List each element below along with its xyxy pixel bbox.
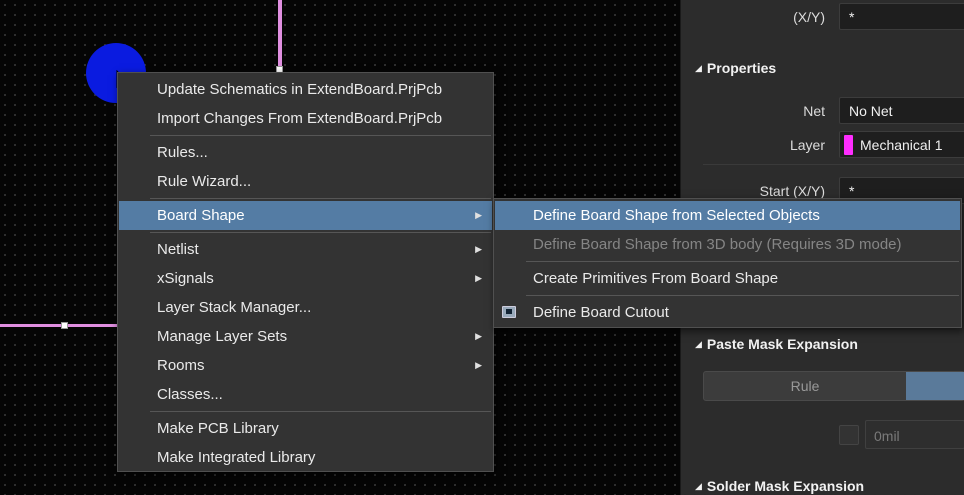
xy-row: (X/Y) *: [681, 1, 964, 31]
layer-value: Mechanical 1: [860, 137, 943, 153]
menu-item-label: Rule Wizard...: [157, 173, 252, 190]
collapse-triangle-icon: ◢: [695, 63, 702, 73]
menu-item-rooms[interactable]: Rooms ▶: [119, 351, 492, 380]
layer-color-swatch: [844, 135, 853, 155]
submenu-arrow-icon: ▶: [475, 360, 482, 370]
menu-item-rule-wizard[interactable]: Rule Wizard...: [119, 167, 492, 196]
menu-item-label: Define Board Shape from 3D body (Require…: [533, 236, 902, 253]
start-label: Start (X/Y): [759, 183, 825, 199]
menu-separator: [150, 135, 491, 136]
submenu-item-define-from-3d-body: Define Board Shape from 3D body (Require…: [495, 230, 960, 259]
xy-label: (X/Y): [793, 9, 825, 25]
paste-mask-rule-button[interactable]: Rule: [704, 372, 906, 400]
properties-section-header[interactable]: ◢ Properties: [695, 60, 776, 76]
menu-item-board-shape[interactable]: Board Shape ▶: [119, 201, 492, 230]
menu-item-update-schematics[interactable]: Update Schematics in ExtendBoard.PrjPcb: [119, 75, 492, 104]
menu-item-import-changes[interactable]: Import Changes From ExtendBoard.PrjPcb: [119, 104, 492, 133]
menu-item-label: Make Integrated Library: [157, 449, 316, 466]
board-outline-trace-vertical[interactable]: [278, 0, 282, 72]
net-label: Net: [803, 103, 825, 119]
menu-item-label: Define Board Shape from Selected Objects: [533, 207, 820, 224]
menu-separator: [526, 295, 959, 296]
submenu-arrow-icon: ▶: [475, 244, 482, 254]
submenu-item-define-from-selected[interactable]: Define Board Shape from Selected Objects: [495, 201, 960, 230]
menu-item-label: Define Board Cutout: [533, 304, 669, 321]
menu-item-label: Rules...: [157, 144, 208, 161]
menu-item-label: Manage Layer Sets: [157, 328, 288, 345]
menu-item-label: Import Changes From ExtendBoard.PrjPcb: [157, 110, 443, 127]
xy-field[interactable]: *: [839, 3, 964, 30]
menu-item-label: Layer Stack Manager...: [157, 299, 312, 316]
paste-mask-title: Paste Mask Expansion: [706, 336, 858, 352]
layer-dropdown[interactable]: Mechanical 1: [839, 131, 964, 158]
paste-mask-value-field[interactable]: 0mil: [865, 420, 964, 449]
paste-mask-checkbox[interactable]: [839, 425, 859, 445]
paste-mask-section-header[interactable]: ◢ Paste Mask Expansion: [695, 336, 858, 352]
submenu-arrow-icon: ▶: [475, 210, 482, 220]
paste-mask-manual-button[interactable]: [906, 372, 964, 400]
menu-item-label: Board Shape: [157, 207, 245, 224]
context-menu: Update Schematics in ExtendBoard.PrjPcb …: [117, 72, 494, 472]
menu-item-netlist[interactable]: Netlist ▶: [119, 235, 492, 264]
board-outline-trace-horizontal[interactable]: [0, 324, 118, 327]
menu-separator: [150, 411, 491, 412]
menu-item-label: Create Primitives From Board Shape: [533, 270, 779, 287]
properties-title: Properties: [706, 60, 777, 76]
submenu-item-define-board-cutout[interactable]: Define Board Cutout: [495, 298, 960, 327]
menu-item-xsignals[interactable]: xSignals ▶: [119, 264, 492, 293]
submenu-arrow-icon: ▶: [475, 331, 482, 341]
menu-item-classes[interactable]: Classes...: [119, 380, 492, 409]
menu-item-make-integrated-library[interactable]: Make Integrated Library: [119, 443, 492, 472]
paste-mask-mode-toggle: Rule: [703, 371, 964, 401]
net-dropdown[interactable]: No Net: [839, 97, 964, 124]
submenu-arrow-icon: ▶: [475, 273, 482, 283]
layer-row: Layer Mechanical 1: [681, 129, 964, 159]
board-shape-submenu: Define Board Shape from Selected Objects…: [493, 198, 962, 328]
layer-label: Layer: [789, 137, 825, 153]
collapse-triangle-icon: ◢: [695, 481, 702, 491]
collapse-triangle-icon: ◢: [695, 339, 702, 349]
trace-vertex-handle[interactable]: [61, 322, 68, 329]
menu-item-label: Classes...: [157, 386, 223, 403]
solder-mask-title: Solder Mask Expansion: [706, 478, 865, 494]
board-cutout-icon: [502, 306, 516, 318]
net-row: Net No Net: [681, 95, 964, 125]
menu-separator: [526, 261, 959, 262]
menu-item-label: xSignals: [157, 270, 214, 287]
submenu-item-create-primitives[interactable]: Create Primitives From Board Shape: [495, 264, 960, 293]
menu-item-label: Netlist: [157, 241, 199, 258]
menu-item-label: Make PCB Library: [157, 420, 279, 437]
panel-divider: [703, 164, 964, 165]
menu-item-rules[interactable]: Rules...: [119, 138, 492, 167]
menu-separator: [150, 198, 491, 199]
menu-item-manage-layer-sets[interactable]: Manage Layer Sets ▶: [119, 322, 492, 351]
menu-item-layer-stack-manager[interactable]: Layer Stack Manager...: [119, 293, 492, 322]
solder-mask-section-header[interactable]: ◢ Solder Mask Expansion: [695, 478, 864, 494]
menu-item-label: Rooms: [157, 357, 205, 374]
menu-item-label: Update Schematics in ExtendBoard.PrjPcb: [157, 81, 443, 98]
menu-separator: [150, 232, 491, 233]
menu-item-make-pcb-library[interactable]: Make PCB Library: [119, 414, 492, 443]
